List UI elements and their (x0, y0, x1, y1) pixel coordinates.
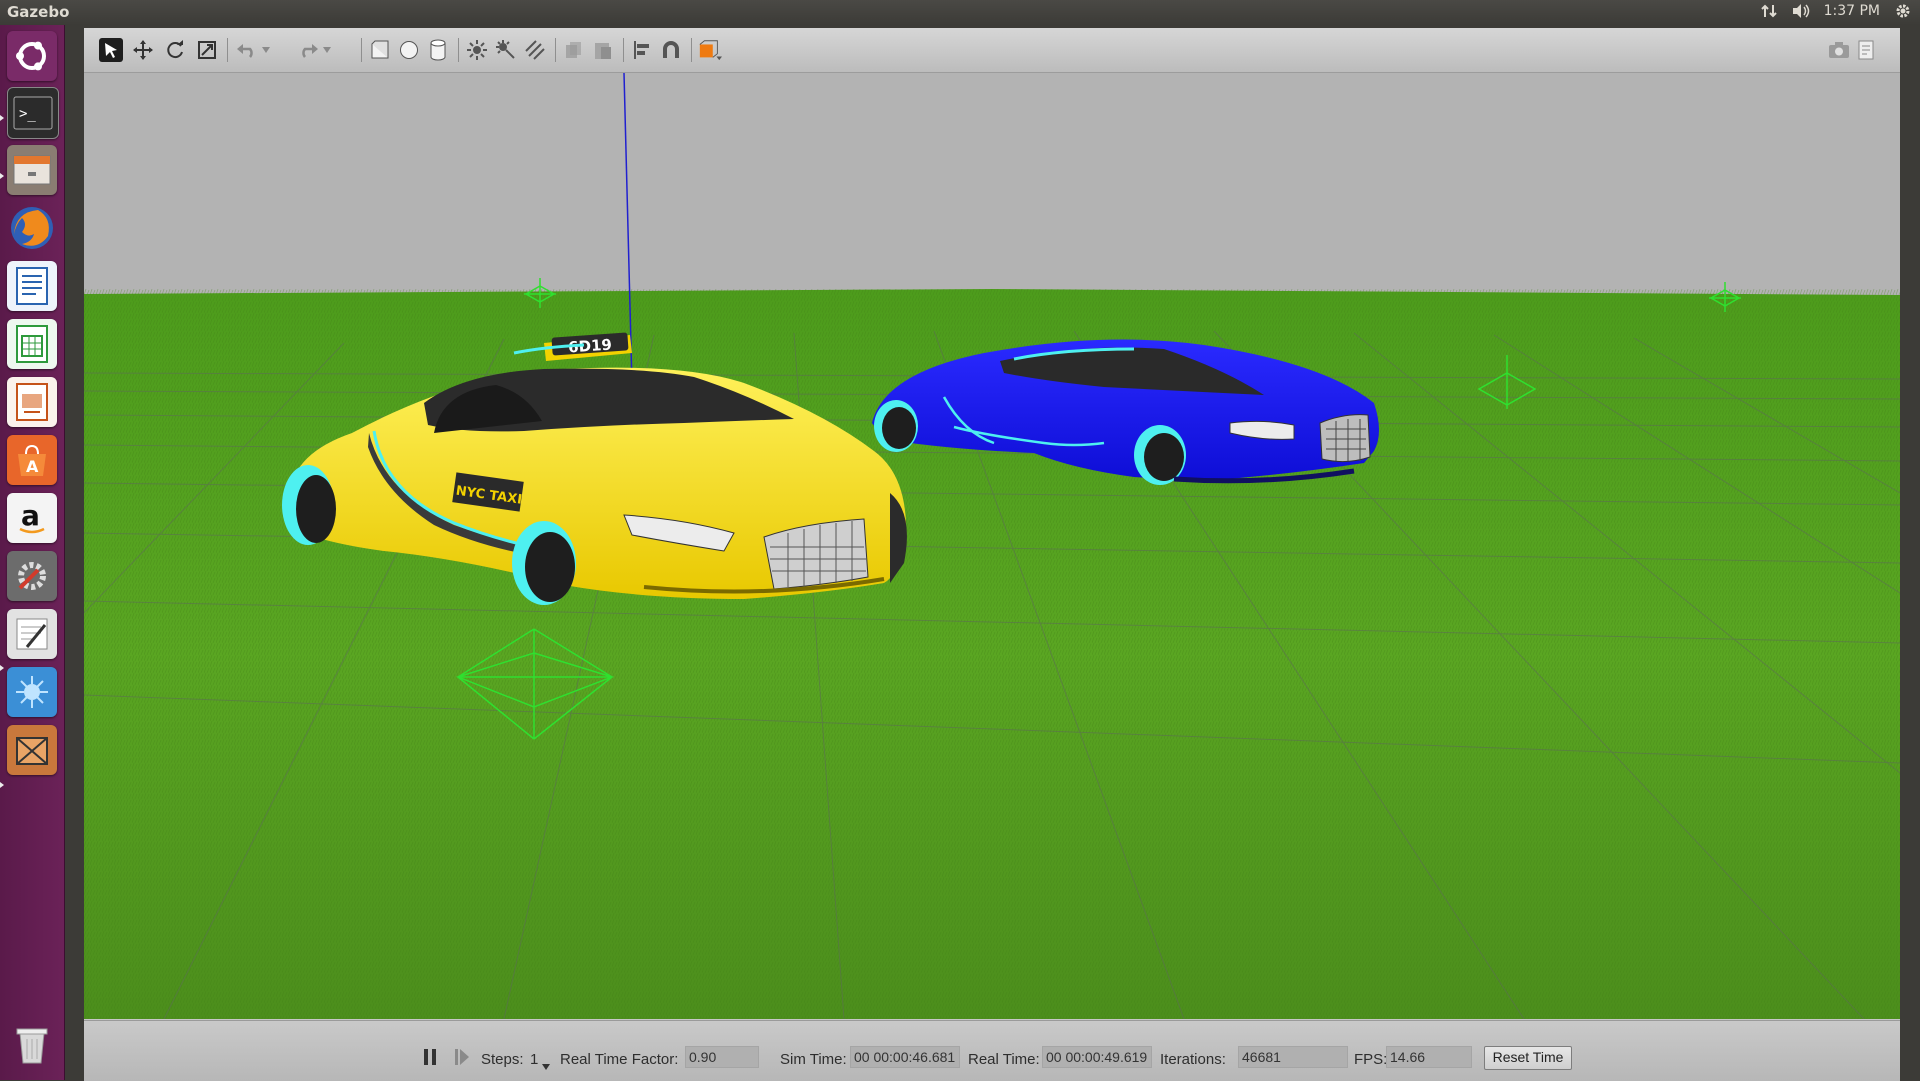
rotate-icon[interactable] (163, 38, 187, 62)
redo-history-icon[interactable] (320, 38, 334, 62)
view-angle-icon[interactable] (698, 38, 722, 62)
rtf-value: 0.90 (685, 1046, 759, 1068)
time-panel: Steps: 1 Real Time Factor: 0.90 Sim Time… (84, 1020, 1900, 1081)
trash-icon[interactable] (7, 1020, 57, 1070)
select-icon[interactable] (99, 38, 123, 62)
gazebo-icon[interactable] (7, 667, 57, 717)
steps-dropdown-icon[interactable] (542, 1057, 550, 1074)
text-editor-icon[interactable] (7, 609, 57, 659)
ubuntu-dash-icon[interactable] (7, 31, 57, 81)
sphere-icon[interactable] (397, 38, 421, 62)
cylinder-icon[interactable] (426, 38, 450, 62)
terminal-icon[interactable]: >_ (7, 87, 59, 139)
fps-label: FPS: (1354, 1051, 1388, 1068)
translate-icon[interactable] (131, 38, 155, 62)
gear-icon[interactable] (1894, 2, 1912, 20)
top-panel: Gazebo 1:37 PM (0, 0, 1920, 25)
launcher: >_ A a (0, 25, 65, 1080)
directional-light-icon[interactable] (523, 38, 547, 62)
point-light-icon[interactable] (465, 38, 489, 62)
steps-label: Steps: (481, 1051, 524, 1068)
sim-time-value: 00 00:00:46.681 (850, 1046, 960, 1068)
sky (84, 73, 1900, 293)
scene-viewport[interactable]: NYC TAXI 6D19 ⋮ ⋮ (84, 73, 1900, 1019)
volume-icon[interactable] (1792, 2, 1810, 20)
undo-history-icon[interactable] (259, 38, 273, 62)
fps-value: 14.66 (1386, 1046, 1472, 1068)
impress-icon[interactable] (7, 377, 57, 427)
real-time-value: 00 00:00:49.619 (1042, 1046, 1152, 1068)
undo-icon[interactable] (235, 38, 259, 62)
clock[interactable]: 1:37 PM (1824, 3, 1880, 19)
software-center-icon[interactable]: A (7, 435, 57, 485)
svg-text:A: A (26, 457, 39, 476)
system-settings-icon[interactable] (7, 551, 57, 601)
svg-text:a: a (21, 499, 40, 532)
indicator-area: 1:37 PM (1760, 2, 1912, 20)
real-time-label: Real Time: (968, 1051, 1040, 1068)
steps-spinbox[interactable]: 1 (530, 1051, 538, 1068)
files-icon[interactable] (7, 145, 57, 195)
calc-icon[interactable] (7, 319, 57, 369)
snap-icon[interactable] (659, 38, 683, 62)
gazebo-window: NYC TAXI 6D19 ⋮ ⋮ Steps: 1 Real Time Fac… (84, 28, 1900, 1081)
redo-icon[interactable] (296, 38, 320, 62)
writer-icon[interactable] (7, 261, 57, 311)
iterations-value: 46681 (1238, 1046, 1348, 1068)
align-icon[interactable] (630, 38, 654, 62)
spot-light-icon[interactable] (494, 38, 518, 62)
app-title: Gazebo (7, 3, 70, 21)
paste-icon[interactable] (591, 38, 615, 62)
reset-time-button[interactable]: Reset Time (1484, 1046, 1572, 1070)
log-icon[interactable] (1854, 38, 1878, 62)
firefox-icon[interactable] (7, 203, 57, 253)
box-icon[interactable] (368, 38, 392, 62)
svg-text:>_: >_ (19, 106, 36, 122)
pause-button[interactable] (420, 1047, 440, 1067)
scale-icon[interactable] (195, 38, 219, 62)
copy-icon[interactable] (562, 38, 586, 62)
network-icon[interactable] (1760, 2, 1778, 20)
screenshot-icon[interactable] (1827, 38, 1851, 62)
step-button[interactable] (452, 1047, 472, 1067)
iterations-label: Iterations: (1160, 1051, 1226, 1068)
sim-time-label: Sim Time: (780, 1051, 847, 1068)
package-icon[interactable] (7, 725, 57, 775)
amazon-icon[interactable]: a (7, 493, 57, 543)
toolbar (84, 28, 1900, 73)
rtf-label: Real Time Factor: (560, 1051, 679, 1068)
